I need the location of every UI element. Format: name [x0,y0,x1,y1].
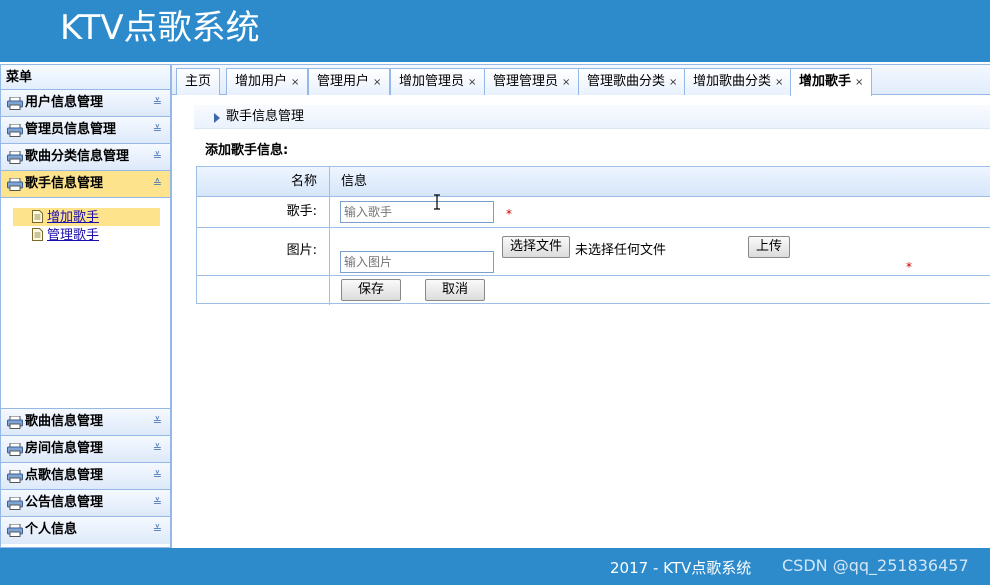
chevron-double-down-icon[interactable]: ≚ [153,490,162,516]
singer-label: 歌手: [197,197,330,227]
table-row: 保存 取消 [197,276,990,305]
sidebar-group-song-info[interactable]: 歌曲信息管理 ≚ [1,409,170,436]
tab-manage-admin[interactable]: 管理管理员 × [484,68,580,95]
sidebar-group-user-info[interactable]: 用户信息管理 ≚ [1,90,170,117]
cancel-button[interactable]: 取消 [425,279,485,301]
document-icon [32,210,43,223]
save-button[interactable]: 保存 [341,279,401,301]
app-header: KTV点歌系统 [0,0,990,62]
sidebar-item-add-singer[interactable]: 增加歌手 [13,208,160,226]
sidebar-group-admin-info[interactable]: 管理员信息管理 ≚ [1,117,170,144]
sidebar-group-label: 歌曲分类信息管理 [25,149,130,164]
printer-icon [7,443,23,456]
singer-form-table: 名称 信息 歌手: * 图片: 选择文件 未选择任何文件 上传 * 保存 [196,166,990,305]
chevron-double-down-icon[interactable]: ≚ [153,463,162,489]
tab-home[interactable]: 主页 [176,68,221,95]
tab-manage-user[interactable]: 管理用户 × [308,68,391,95]
sidebar-group-label: 用户信息管理 [25,95,104,110]
sidebar-group-label: 点歌信息管理 [25,468,104,483]
sidebar-menu: 菜单 用户信息管理 ≚ 管理员信息管理 ≚ 歌曲分类信息管理 ≚ 歌手信息管理 … [0,64,171,548]
sidebar-group-singer-info[interactable]: 歌手信息管理 ≙ [1,171,170,198]
sidebar-group-label: 歌曲信息管理 [25,414,104,429]
image-label: 图片: [197,228,330,275]
form-title: 添加歌手信息: [205,143,289,158]
tab-label: 管理用户 [317,74,370,89]
document-icon [32,228,43,241]
table-row: 歌手: * [197,197,990,228]
close-icon[interactable]: × [373,77,381,88]
required-mark: * [506,207,512,221]
tab-add-user[interactable]: 增加用户 × [226,68,309,95]
sidebar-group-label: 管理员信息管理 [25,122,117,137]
close-icon[interactable]: × [855,77,863,88]
close-icon[interactable]: × [468,77,476,88]
printer-icon [7,178,23,191]
breadcrumb-text: 歌手信息管理 [226,109,305,124]
tab-add-song-category[interactable]: 增加歌曲分类 × [684,68,793,95]
sidebar-group-label: 公告信息管理 [25,495,104,510]
breadcrumb: 歌手信息管理 [194,105,990,129]
footer-text: 2017 - KTV点歌系统 [610,559,752,577]
tab-label: 增加管理员 [399,74,465,89]
sidebar-group-body: 增加歌手 管理歌手 [1,198,170,409]
chevron-double-up-icon[interactable]: ≙ [153,171,162,197]
chevron-double-down-icon[interactable]: ≚ [153,436,162,462]
sidebar-title: 菜单 [1,64,170,90]
printer-icon [7,416,23,429]
choose-file-button[interactable]: 选择文件 [502,236,570,258]
printer-icon [7,124,23,137]
sidebar-group-label: 个人信息 [25,522,78,537]
sidebar-item-label[interactable]: 管理歌手 [47,228,99,243]
header-name: 名称 [197,167,330,196]
chevron-double-down-icon[interactable]: ≚ [153,517,162,543]
tab-label: 管理歌曲分类 [587,74,666,89]
tab-label: 增加歌曲分类 [693,74,772,89]
watermark: CSDN @qq_251836457 [782,556,969,575]
sidebar-group-label: 歌手信息管理 [25,176,104,191]
chevron-double-down-icon[interactable]: ≚ [153,90,162,116]
header-info: 信息 [341,174,368,189]
tab-label: 增加歌手 [799,74,852,89]
table-header-row: 名称 信息 [197,167,990,197]
sidebar-item-label[interactable]: 增加歌手 [47,210,99,225]
table-row: 图片: 选择文件 未选择任何文件 上传 * [197,228,990,276]
required-mark: * [906,260,912,274]
sidebar-group-song-category[interactable]: 歌曲分类信息管理 ≚ [1,144,170,171]
close-icon[interactable]: × [775,77,783,88]
no-file-text: 未选择任何文件 [575,243,667,258]
sidebar-group-notice-info[interactable]: 公告信息管理 ≚ [1,490,170,517]
image-input[interactable] [340,251,494,273]
main-panel: 主页 增加用户 × 管理用户 × 增加管理员 × 管理管理员 × 管理歌曲分类 × 增加歌… [171,64,990,548]
chevron-double-down-icon[interactable]: ≚ [153,144,162,170]
sidebar-group-request-info[interactable]: 点歌信息管理 ≚ [1,463,170,490]
sidebar-item-manage-singer[interactable]: 管理歌手 [13,226,160,244]
tab-label: 主页 [185,74,212,89]
singer-input[interactable] [340,201,494,223]
printer-icon [7,497,23,510]
tab-add-singer[interactable]: 增加歌手 × [790,68,873,96]
sidebar-group-label: 房间信息管理 [25,441,104,456]
chevron-double-down-icon[interactable]: ≚ [153,117,162,143]
tab-bar: 主页 增加用户 × 管理用户 × 增加管理员 × 管理管理员 × 管理歌曲分类 × 增加歌… [172,65,990,96]
sidebar-group-room-info[interactable]: 房间信息管理 ≚ [1,436,170,463]
text-cursor-icon [434,194,440,210]
tab-label: 增加用户 [235,74,288,89]
close-icon[interactable]: × [669,77,677,88]
close-icon[interactable]: × [562,77,570,88]
sidebar-group-personal-info[interactable]: 个人信息 ≚ [1,517,170,544]
tab-label: 管理管理员 [493,74,559,89]
triangle-right-icon [214,113,220,123]
close-icon[interactable]: × [291,77,299,88]
printer-icon [7,524,23,537]
printer-icon [7,151,23,164]
tab-add-admin[interactable]: 增加管理员 × [390,68,486,95]
tab-manage-song-category[interactable]: 管理歌曲分类 × [578,68,687,95]
printer-icon [7,470,23,483]
app-title: KTV点歌系统 [60,8,260,48]
upload-button[interactable]: 上传 [748,236,790,258]
printer-icon [7,97,23,110]
app-footer: 2017 - KTV点歌系统 CSDN @qq_251836457 [0,548,990,585]
chevron-double-down-icon[interactable]: ≚ [153,409,162,435]
